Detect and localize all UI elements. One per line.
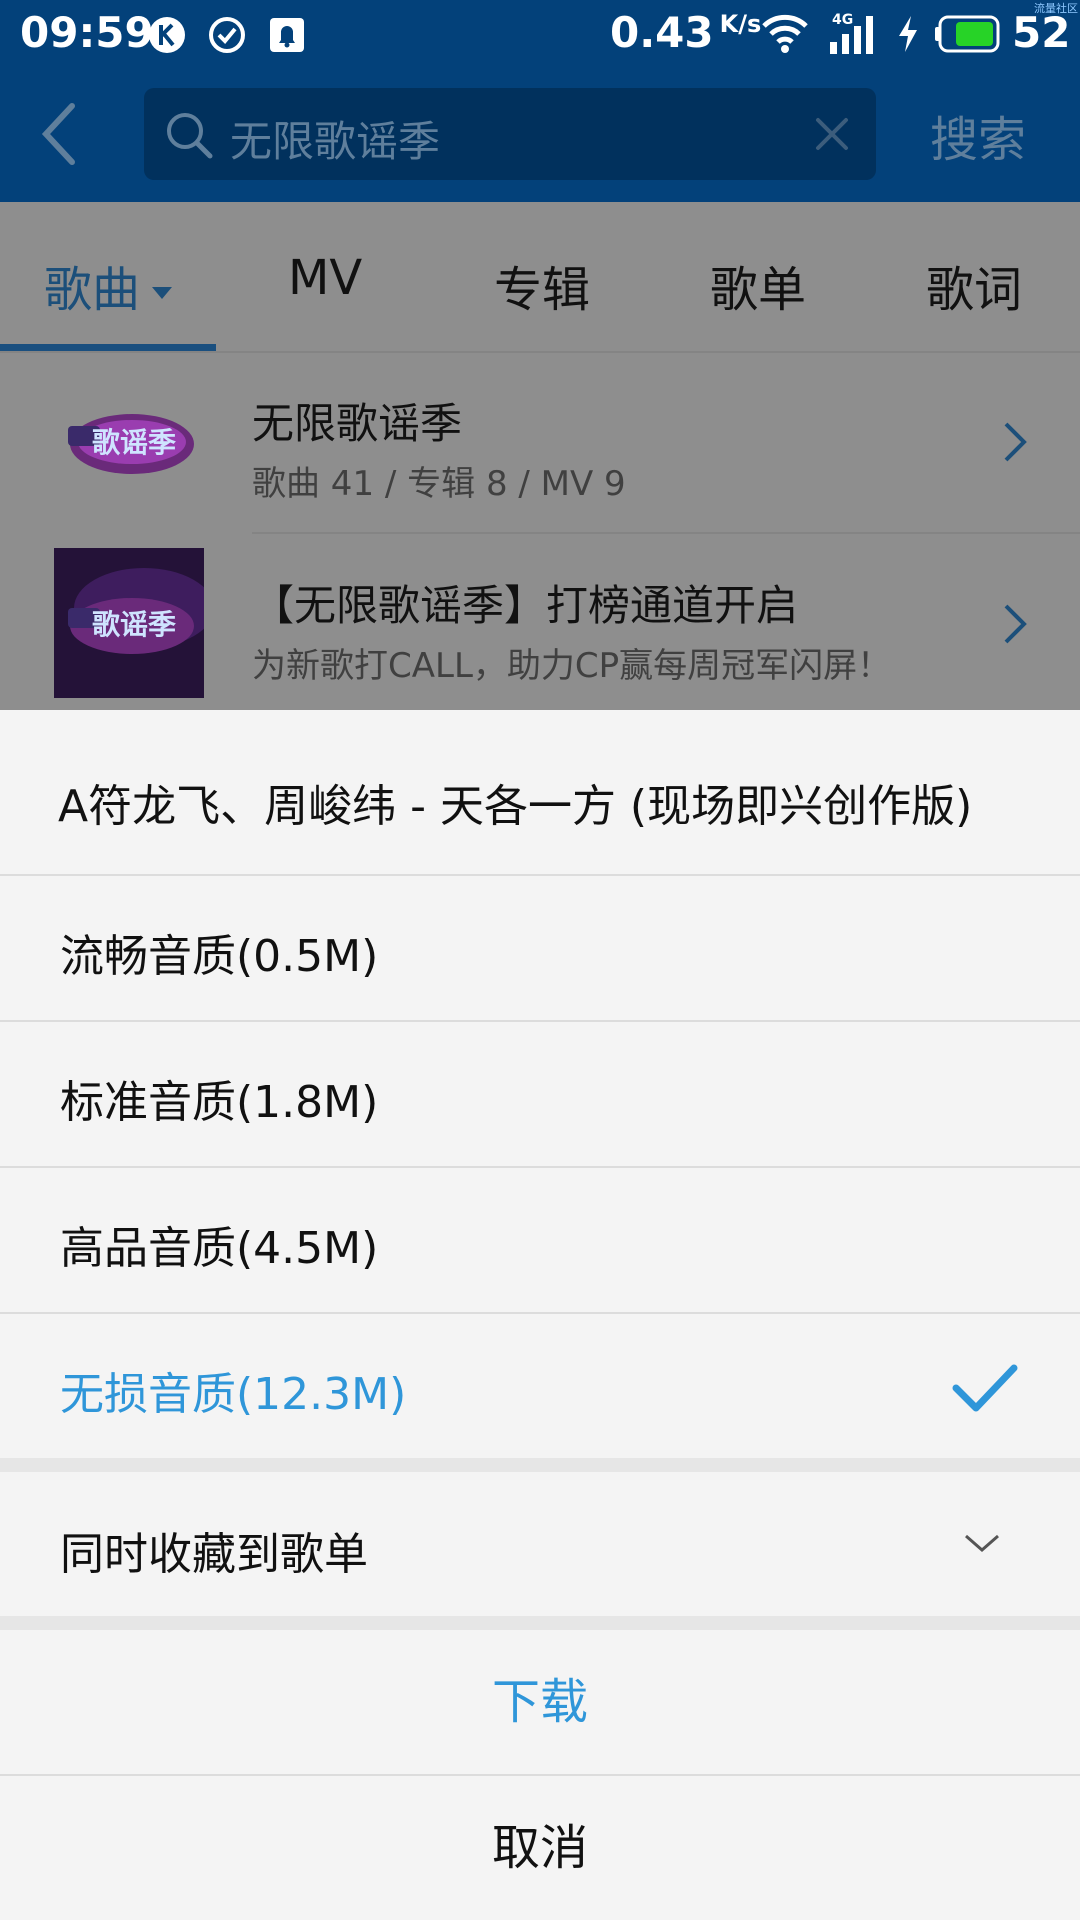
search-button[interactable]: 搜索	[930, 100, 1026, 170]
result-thumbnail: 歌谣季	[54, 548, 204, 698]
result-subtitle: 歌曲 41 / 专辑 8 / MV 9	[252, 464, 626, 504]
section-gap	[0, 1616, 1080, 1630]
status-bar: 09:59 0.43 K/s 4G 52 流量社区	[0, 0, 1080, 66]
status-time: 09:59	[20, 8, 154, 57]
result-subtitle: 为新歌打CALL，助力CP赢每周冠军闪屏！	[252, 646, 892, 686]
network-speed: 0.43 K/s	[610, 8, 761, 57]
tab-albums[interactable]: 专辑	[494, 250, 590, 320]
quality-option-label: 无损音质(12.3M)	[60, 1369, 407, 1420]
notification-bell-icon	[270, 18, 304, 52]
section-gap	[0, 1458, 1080, 1472]
add-to-playlist-row[interactable]: 同时收藏到歌单	[0, 1472, 1080, 1616]
result-thumbnail: 歌谣季	[54, 366, 204, 516]
song-title: A符龙飞、周峻纬 - 天各一方 (现场即兴创作版)	[58, 781, 973, 832]
show-logo-image: 歌谣季	[68, 414, 194, 474]
check-circle-icon	[209, 17, 245, 53]
clear-icon[interactable]	[812, 114, 852, 154]
search-query: 无限歌谣季	[230, 117, 441, 166]
tab-mv[interactable]: MV	[288, 250, 362, 306]
quality-option-lossless[interactable]: 无损音质(12.3M)	[0, 1314, 1080, 1458]
cancel-button[interactable]: 取消	[0, 1776, 1080, 1920]
search-header: 无限歌谣季 搜索	[0, 66, 1080, 202]
tab-lyrics[interactable]: 歌词	[926, 250, 1022, 320]
tab-playlists[interactable]: 歌单	[710, 250, 806, 320]
quality-option-label: 标准音质(1.8M)	[60, 1077, 379, 1128]
song-title-row: A符龙飞、周峻纬 - 天各一方 (现场即兴创作版)	[0, 710, 1080, 874]
add-to-playlist-label: 同时收藏到歌单	[60, 1529, 368, 1580]
promo-banner-image: 歌谣季	[54, 548, 204, 698]
caret-down-icon	[152, 287, 173, 299]
quality-option-high[interactable]: 高品音质(4.5M)	[0, 1168, 1080, 1312]
speed-value: 0.43	[610, 8, 714, 57]
result-tabs: 歌曲 MV 专辑 歌单 歌词	[0, 202, 1080, 353]
speed-unit: K/s	[719, 10, 762, 38]
k-icon	[149, 17, 185, 53]
quality-option-smooth[interactable]: 流畅音质(0.5M)	[0, 876, 1080, 1020]
search-icon	[167, 113, 213, 159]
result-item-artist[interactable]: 歌谣季 无限歌谣季 歌曲 41 / 专辑 8 / MV 9	[0, 352, 1080, 532]
result-title: 【无限歌谣季】打榜通道开启	[252, 581, 799, 630]
battery-icon	[935, 15, 1000, 53]
download-button[interactable]: 下载	[0, 1630, 1080, 1774]
quality-option-label: 高品音质(4.5M)	[60, 1223, 379, 1274]
check-icon	[952, 1364, 1018, 1412]
quality-option-label: 流畅音质(0.5M)	[60, 931, 379, 982]
chevron-right-icon	[1004, 604, 1027, 644]
search-input[interactable]: 无限歌谣季	[144, 88, 876, 180]
svg-text:歌谣季: 歌谣季	[92, 426, 176, 459]
tab-songs[interactable]: 歌曲	[44, 250, 173, 320]
back-icon[interactable]	[30, 96, 100, 172]
result-title: 无限歌谣季	[252, 399, 463, 448]
quality-option-standard[interactable]: 标准音质(1.8M)	[0, 1022, 1080, 1166]
result-item-promo[interactable]: 歌谣季 【无限歌谣季】打榜通道开启 为新歌打CALL，助力CP赢每周冠军闪屏！	[0, 534, 1080, 714]
signal-icon	[830, 16, 873, 54]
wifi-icon	[762, 14, 808, 53]
chevron-down-icon	[965, 1534, 999, 1552]
corner-watermark: 流量社区	[1034, 2, 1078, 15]
svg-text:歌谣季: 歌谣季	[92, 608, 176, 641]
search-results-dimmed: 歌曲 MV 专辑 歌单 歌词 歌谣季 无限歌谣季 歌曲 41 / 专辑 8 / …	[0, 202, 1080, 710]
charging-icon	[899, 16, 917, 52]
download-quality-sheet: A符龙飞、周峻纬 - 天各一方 (现场即兴创作版) 流畅音质(0.5M) 标准音…	[0, 710, 1080, 1920]
chevron-right-icon	[1004, 422, 1027, 462]
